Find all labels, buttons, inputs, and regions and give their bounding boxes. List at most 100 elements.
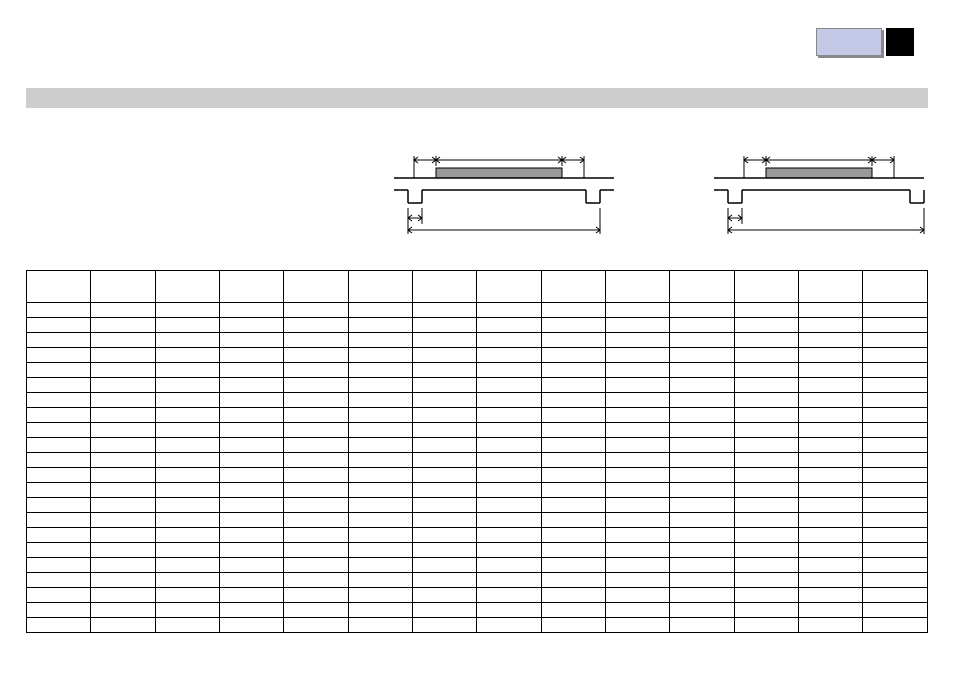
table-row bbox=[27, 543, 928, 558]
table-cell bbox=[155, 363, 219, 378]
table-cell bbox=[348, 483, 412, 498]
table-cell bbox=[670, 603, 734, 618]
table-cell bbox=[477, 588, 541, 603]
table-cell bbox=[413, 348, 477, 363]
table-cell bbox=[284, 483, 348, 498]
table-cell bbox=[606, 498, 670, 513]
table-cell bbox=[155, 588, 219, 603]
table-cell bbox=[284, 423, 348, 438]
table-cell bbox=[670, 363, 734, 378]
table-cell bbox=[863, 528, 928, 543]
table-cell bbox=[155, 378, 219, 393]
table-row bbox=[27, 453, 928, 468]
table-row bbox=[27, 318, 928, 333]
table-cell bbox=[91, 543, 155, 558]
table-cell bbox=[284, 333, 348, 348]
table-cell bbox=[477, 393, 541, 408]
table-cell bbox=[284, 543, 348, 558]
table-cell bbox=[734, 423, 798, 438]
table-cell bbox=[348, 438, 412, 453]
table-cell bbox=[27, 423, 91, 438]
table-cell bbox=[799, 363, 863, 378]
table-cell bbox=[799, 393, 863, 408]
table-cell bbox=[348, 378, 412, 393]
table-row bbox=[27, 498, 928, 513]
table-cell bbox=[734, 348, 798, 363]
table-cell bbox=[91, 318, 155, 333]
table-cell bbox=[413, 618, 477, 633]
table-cell bbox=[863, 363, 928, 378]
table-cell bbox=[348, 513, 412, 528]
table-cell bbox=[734, 483, 798, 498]
table-cell bbox=[220, 543, 284, 558]
table-cell bbox=[734, 468, 798, 483]
table-cell bbox=[670, 498, 734, 513]
table-cell bbox=[477, 408, 541, 423]
table-cell bbox=[863, 468, 928, 483]
table-cell bbox=[670, 348, 734, 363]
table-cell bbox=[413, 558, 477, 573]
table-cell bbox=[284, 618, 348, 633]
table-cell bbox=[91, 498, 155, 513]
table-cell bbox=[413, 438, 477, 453]
table-cell bbox=[348, 393, 412, 408]
table-row bbox=[27, 378, 928, 393]
table-cell bbox=[670, 408, 734, 423]
table-header-cell bbox=[155, 271, 219, 303]
table-cell bbox=[220, 303, 284, 318]
table-cell bbox=[477, 543, 541, 558]
table-cell bbox=[413, 333, 477, 348]
table-cell bbox=[220, 453, 284, 468]
table-cell bbox=[734, 513, 798, 528]
table-cell bbox=[541, 498, 605, 513]
table-cell bbox=[413, 483, 477, 498]
table-header-cell bbox=[670, 271, 734, 303]
table-cell bbox=[541, 453, 605, 468]
table-cell bbox=[670, 318, 734, 333]
dimension-table bbox=[26, 270, 928, 633]
table-row bbox=[27, 618, 928, 633]
table-cell bbox=[799, 303, 863, 318]
table-row bbox=[27, 303, 928, 318]
table-cell bbox=[91, 423, 155, 438]
table-cell bbox=[413, 603, 477, 618]
table-cell bbox=[155, 513, 219, 528]
table-cell bbox=[734, 408, 798, 423]
table-cell bbox=[220, 573, 284, 588]
table-cell bbox=[155, 558, 219, 573]
table-cell bbox=[284, 498, 348, 513]
table-cell bbox=[734, 498, 798, 513]
table-cell bbox=[220, 558, 284, 573]
table-cell bbox=[91, 393, 155, 408]
table-cell bbox=[799, 438, 863, 453]
table-cell bbox=[670, 528, 734, 543]
table-cell bbox=[348, 558, 412, 573]
table-cell bbox=[220, 438, 284, 453]
table-cell bbox=[348, 528, 412, 543]
table-cell bbox=[155, 603, 219, 618]
table-cell bbox=[284, 348, 348, 363]
table-cell bbox=[91, 348, 155, 363]
table-cell bbox=[606, 453, 670, 468]
table-cell bbox=[863, 603, 928, 618]
table-cell bbox=[27, 468, 91, 483]
table-cell bbox=[27, 573, 91, 588]
table-row bbox=[27, 573, 928, 588]
table-cell bbox=[155, 318, 219, 333]
table-cell bbox=[413, 423, 477, 438]
table-cell bbox=[413, 498, 477, 513]
table-cell bbox=[220, 378, 284, 393]
table-cell bbox=[91, 618, 155, 633]
table-cell bbox=[348, 303, 412, 318]
table-cell bbox=[670, 618, 734, 633]
table-cell bbox=[155, 468, 219, 483]
table-cell bbox=[541, 318, 605, 333]
table-cell bbox=[541, 603, 605, 618]
table-header-cell bbox=[348, 271, 412, 303]
table-cell bbox=[220, 603, 284, 618]
table-cell bbox=[477, 483, 541, 498]
table-cell bbox=[799, 603, 863, 618]
table-cell bbox=[541, 348, 605, 363]
table-cell bbox=[606, 438, 670, 453]
table-cell bbox=[670, 378, 734, 393]
